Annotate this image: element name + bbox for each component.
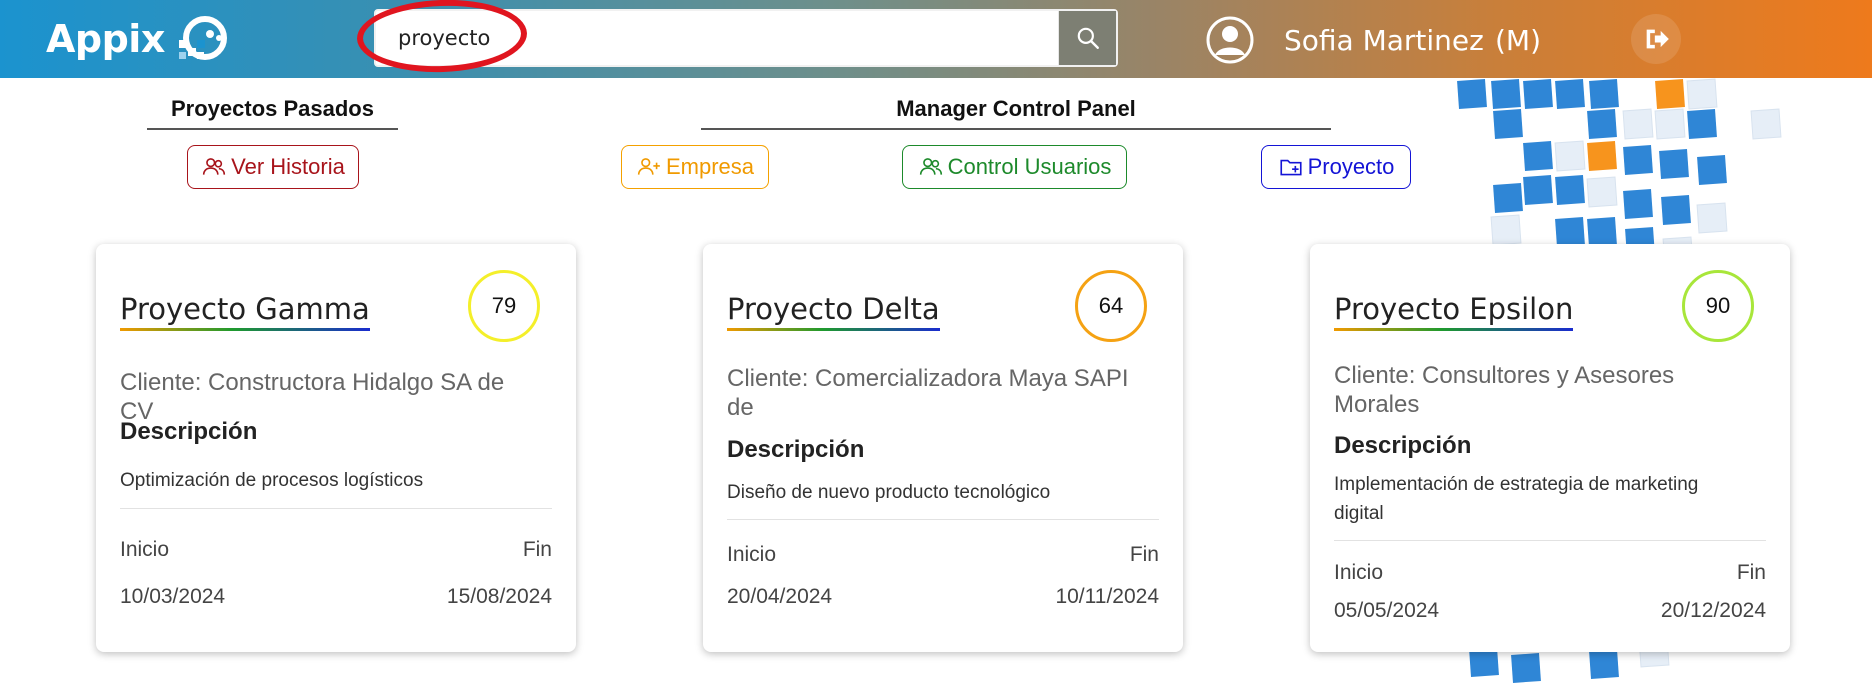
mosaic-tile (1589, 79, 1619, 109)
logout-icon (1646, 29, 1669, 49)
project-description: Optimización de procesos logísticos (120, 470, 424, 491)
mosaic-tile (1523, 79, 1553, 109)
project-description: Diseño de nuevo producto tecnológico (727, 482, 1051, 503)
mosaic-tile (1491, 79, 1521, 109)
mosaic-tile (1696, 202, 1728, 234)
start-date: 10/03/2024 (120, 585, 226, 608)
mosaic-tile (1587, 109, 1617, 139)
project-client: Cliente: Consultores y Asesores Morales (1334, 362, 1675, 418)
mosaic-tile (1493, 183, 1523, 213)
mosaic-tile (1655, 79, 1685, 109)
logo-mark-icon (178, 16, 227, 60)
mosaic-tile (1589, 649, 1619, 679)
control-usuarios-button-label: Control Usuarios (947, 154, 1112, 179)
mosaic-tile (1586, 176, 1618, 208)
mosaic-tile (1555, 217, 1585, 247)
project-card[interactable]: Proyecto Gamma 79 Cliente: Constructora … (96, 244, 576, 652)
history-button[interactable]: Ver Historia (187, 145, 359, 189)
start-date: 05/05/2024 (1334, 599, 1440, 622)
project-score: 90 (1682, 270, 1754, 342)
mosaic-tile (1623, 189, 1653, 219)
add-user-icon (637, 158, 660, 175)
divider (727, 519, 1159, 520)
top-bar: Appix Sofia Martinez (M) (0, 0, 1872, 78)
empresa-button[interactable]: Empresa (621, 145, 769, 189)
mosaic-tile (1555, 175, 1585, 205)
project-card[interactable]: Proyecto Delta 64 Cliente: Comercializad… (703, 244, 1183, 652)
mosaic-tile (1659, 149, 1689, 179)
divider (120, 508, 552, 509)
mosaic-tile (1587, 141, 1617, 171)
mosaic-tile (1654, 108, 1686, 140)
mosaic-tile (1587, 217, 1617, 247)
mosaic-tile (1511, 653, 1541, 683)
end-date: 15/08/2024 (446, 585, 552, 608)
project-description: Implementación de estrategia de marketin… (1334, 474, 1699, 524)
start-label: Inicio (120, 538, 170, 561)
search-icon (1077, 27, 1099, 49)
search-button[interactable] (1058, 11, 1116, 65)
proyecto-button[interactable]: Proyecto (1261, 145, 1411, 189)
history-button-label: Ver Historia (231, 154, 345, 179)
end-date: 20/12/2024 (1660, 599, 1766, 622)
mosaic-tile (1686, 78, 1718, 110)
project-score: 79 (468, 270, 540, 342)
mosaic-tile (1555, 79, 1585, 109)
proyecto-button-label: Proyecto (1307, 154, 1395, 179)
divider (1334, 540, 1766, 541)
mosaic-tile (1750, 108, 1782, 140)
search-input[interactable] (376, 11, 1058, 65)
start-date: 20/04/2024 (727, 585, 833, 608)
mosaic-tile (1622, 108, 1654, 140)
project-title[interactable]: Proyecto Gamma (120, 292, 370, 331)
user-role: (M) (1495, 24, 1542, 57)
description-heading: Descripción (727, 436, 865, 463)
end-label: Fin (1129, 543, 1159, 566)
users-icon (203, 158, 226, 175)
mosaic-tile (1457, 79, 1487, 109)
user-avatar-icon[interactable] (1205, 15, 1255, 65)
mosaic-tile (1523, 141, 1553, 171)
start-label: Inicio (1334, 561, 1384, 584)
logo-text: Appix (46, 17, 165, 61)
description-heading: Descripción (120, 418, 258, 445)
mosaic-tile (1490, 214, 1522, 246)
mosaic-tile (1661, 195, 1691, 225)
user-name: Sofia Martinez (1284, 24, 1484, 57)
end-label: Fin (1736, 561, 1766, 584)
past-projects-title: Proyectos Pasados (147, 96, 398, 130)
mosaic-tile (1493, 109, 1523, 139)
empresa-button-label: Empresa (665, 154, 755, 179)
project-card[interactable]: Proyecto Epsilon 90 Cliente: Consultores… (1310, 244, 1790, 652)
end-date: 10/11/2024 (1055, 585, 1159, 608)
mosaic-tile (1697, 155, 1727, 185)
mosaic-tile (1554, 140, 1586, 172)
mosaic-tile (1523, 175, 1553, 205)
mosaic-tile (1623, 145, 1653, 175)
add-folder-icon (1280, 159, 1302, 176)
project-score: 64 (1075, 270, 1147, 342)
description-heading: Descripción (1334, 432, 1472, 459)
users-icon (919, 158, 942, 175)
mosaic-tile (1687, 109, 1717, 139)
project-title[interactable]: Proyecto Epsilon (1334, 292, 1574, 331)
end-label: Fin (522, 538, 552, 561)
logout-button[interactable] (1631, 14, 1681, 64)
app-logo[interactable]: Appix (46, 14, 231, 64)
manager-panel-title: Manager Control Panel (701, 96, 1331, 130)
project-client: Cliente: Comercializadora Maya SAPI de (727, 365, 1129, 421)
search-bar (374, 9, 1118, 67)
control-usuarios-button[interactable]: Control Usuarios (902, 145, 1127, 189)
project-title[interactable]: Proyecto Delta (727, 292, 940, 331)
start-label: Inicio (727, 543, 777, 566)
